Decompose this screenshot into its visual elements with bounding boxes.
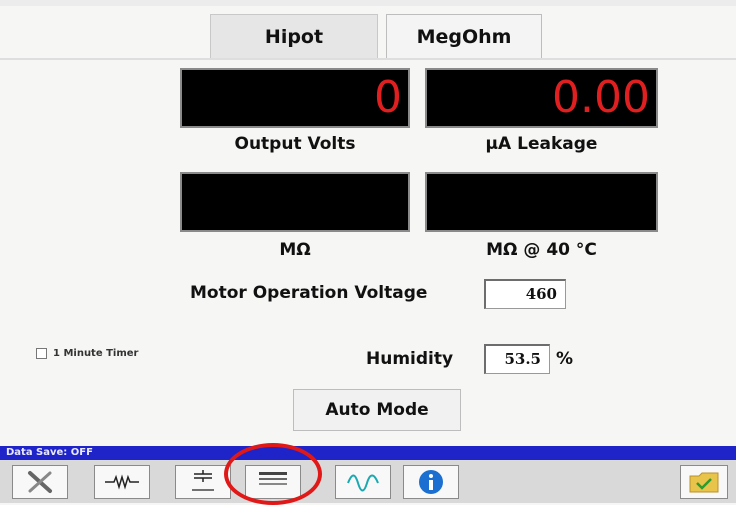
- top-edge: [0, 0, 736, 6]
- folder-check-icon: [689, 472, 719, 493]
- status-bar: Data Save: OFF: [0, 446, 736, 460]
- waveform-icon: [347, 474, 379, 492]
- tab-divider: [0, 58, 736, 60]
- save-folder-button[interactable]: [680, 465, 728, 499]
- motor-voltage-label: Motor Operation Voltage: [190, 283, 428, 303]
- auto-mode-button[interactable]: Auto Mode: [293, 389, 461, 431]
- motor-voltage-field[interactable]: 460: [484, 279, 566, 309]
- timer-label: 1 Minute Timer: [53, 348, 139, 359]
- tab-megohm[interactable]: MegOhm: [386, 14, 542, 58]
- wrench-screwdriver-icon: [28, 471, 52, 493]
- ua-leakage-label: µA Leakage: [485, 134, 598, 154]
- timer-checkbox[interactable]: [36, 348, 47, 359]
- info-icon: [419, 470, 443, 494]
- info-button[interactable]: [403, 465, 459, 499]
- humidity-label: Humidity: [366, 349, 454, 369]
- waveform-button[interactable]: [335, 465, 391, 499]
- capacitor-button[interactable]: [175, 465, 231, 499]
- output-volts-label: Output Volts: [234, 134, 356, 154]
- tab-hipot[interactable]: Hipot: [210, 14, 378, 58]
- megohm-display: [180, 172, 410, 232]
- resistor-icon: [105, 474, 139, 490]
- capacitor-icon: [192, 470, 214, 491]
- humidity-field[interactable]: 53.5: [484, 344, 550, 374]
- ua-leakage-display: 0.00: [425, 68, 658, 128]
- one-minute-timer[interactable]: 1 Minute Timer: [36, 348, 138, 359]
- resistor-button[interactable]: [94, 465, 150, 499]
- megohm-40c-display: [425, 172, 658, 232]
- output-volts-display: 0: [180, 68, 410, 128]
- ua-mohm-button[interactable]: [245, 465, 301, 499]
- megohm-40c-label: MΩ @ 40 °C: [486, 240, 597, 260]
- megohm-label: MΩ: [279, 240, 311, 260]
- humidity-unit: %: [556, 349, 574, 369]
- uamo-icon: [259, 472, 287, 485]
- tools-button[interactable]: [12, 465, 68, 499]
